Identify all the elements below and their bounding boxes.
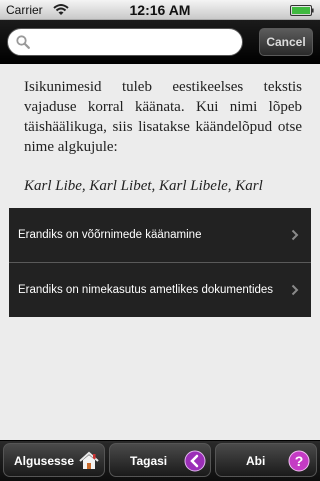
list-item-label: Erandiks on võõrnimede käänamine [18,228,202,241]
search-input[interactable] [36,32,236,54]
example-text: Karl Libe, Karl Libet, Karl Libele, Karl [24,178,263,194]
battery-icon [290,5,314,16]
list-item-label: Erandiks on nimekasutus ametlikes dokume… [18,283,274,296]
home-icon [79,451,99,469]
back-button-label: Tagasi [130,454,168,468]
clock: 12:16 AM [129,2,191,18]
search-field[interactable] [7,28,243,56]
back-arrow-icon [184,450,206,472]
status-bar: Carrier 12:16 AM [0,0,320,20]
cancel-button[interactable]: Cancel [259,28,313,56]
home-button-label: Algusesse [14,454,75,468]
chevron-right-icon [291,229,299,241]
help-icon: ? [288,450,310,472]
body-paragraph: Isikunimesid tuleb eestikeelses tekstis … [24,79,302,155]
list-item-official-documents[interactable]: Erandiks on nimekasutus ametlikes dokume… [9,262,311,317]
svg-text:?: ? [295,453,304,469]
help-button[interactable]: Abi ? [215,443,317,477]
bottom-toolbar: Algusesse Tagasi Abi ? [0,440,320,481]
list-item-foreign-names[interactable]: Erandiks on võõrnimede käänamine [9,208,311,262]
link-list: Erandiks on võõrnimede käänamine Erandik… [9,208,311,317]
back-button[interactable]: Tagasi [109,443,211,477]
help-button-label: Abi [246,454,266,468]
chevron-right-icon [291,284,299,296]
content-area: Isikunimesid tuleb eestikeelses tekstis … [0,64,320,440]
home-button[interactable]: Algusesse [3,443,105,477]
search-bar: Cancel [0,20,320,64]
search-icon [16,35,30,49]
